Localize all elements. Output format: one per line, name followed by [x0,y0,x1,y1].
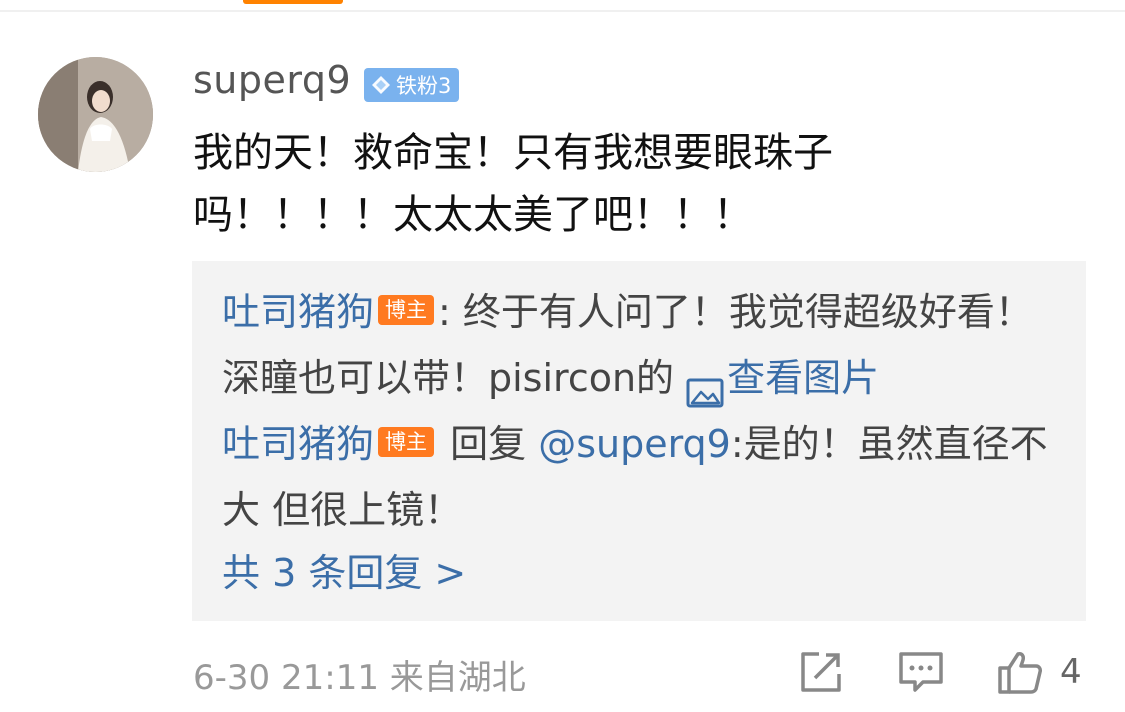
view-image-label: 查看图片 [727,356,880,400]
comment-icon[interactable] [897,648,945,696]
diamond-icon [370,74,392,96]
reply-username[interactable]: 吐司猪狗 [222,290,374,334]
active-tab-indicator [243,0,343,4]
comment-location: 来自湖北 [389,658,526,698]
reply-prefix: 回复 [450,422,527,466]
reply-separator: : [438,290,451,334]
comment-username[interactable]: superq9 [193,58,351,102]
mention-link[interactable]: @superq9 [538,422,731,466]
reply-username[interactable]: 吐司猪狗 [222,422,374,466]
share-icon[interactable] [797,648,845,696]
blogger-badge: 博主 [378,294,435,325]
reply-box[interactable]: 吐司猪狗 博主: 终于有人问了！我觉得超级好看！深瞳也可以带！pisircon的 … [192,261,1086,621]
reply-item[interactable]: 吐司猪狗 博主 回复 @superq9:是的！虽然直径不大 但很上镜！ [222,411,1062,543]
comment-text: 我的天！救命宝！只有我想要眼珠子吗！！！！太太太美了吧！！！ [193,130,833,238]
like-count: 4 [1060,652,1082,692]
comment-time: 6-30 21:11 [193,658,379,698]
blogger-badge: 博主 [378,426,435,457]
more-replies-link[interactable]: 共 3 条回复 > [222,543,466,603]
reply-item[interactable]: 吐司猪狗 博主: 终于有人问了！我觉得超级好看！深瞳也可以带！pisircon的 … [222,279,1062,411]
top-divider [0,10,1125,12]
fan-badge[interactable]: 铁粉3 [364,68,460,102]
comment-meta: 6-30 21:11 来自湖北 [193,650,526,699]
avatar[interactable] [38,57,153,172]
image-icon [686,362,724,407]
view-image-link[interactable]: 查看图片 [686,356,880,407]
thumbs-up-icon[interactable] [996,648,1044,696]
fan-badge-label: 铁粉3 [396,74,452,98]
